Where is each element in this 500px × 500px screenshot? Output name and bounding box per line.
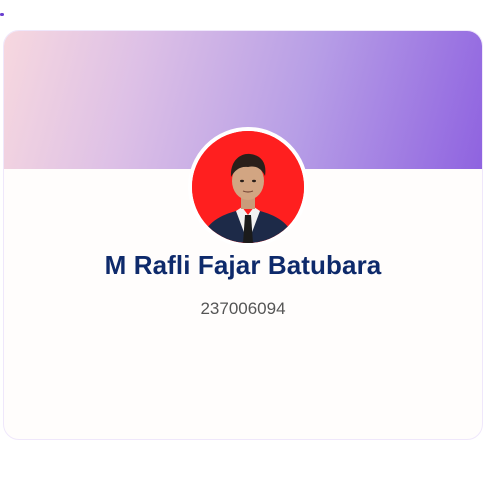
profile-name: M Rafli Fajar Batubara bbox=[104, 250, 382, 280]
profile-id-number: 237006094 bbox=[200, 299, 286, 318]
decorative-dot bbox=[0, 13, 4, 16]
profile-card: M Rafli Fajar Batubara 237006094 bbox=[3, 30, 483, 440]
profile-photo bbox=[192, 131, 304, 243]
avatar bbox=[188, 127, 308, 247]
